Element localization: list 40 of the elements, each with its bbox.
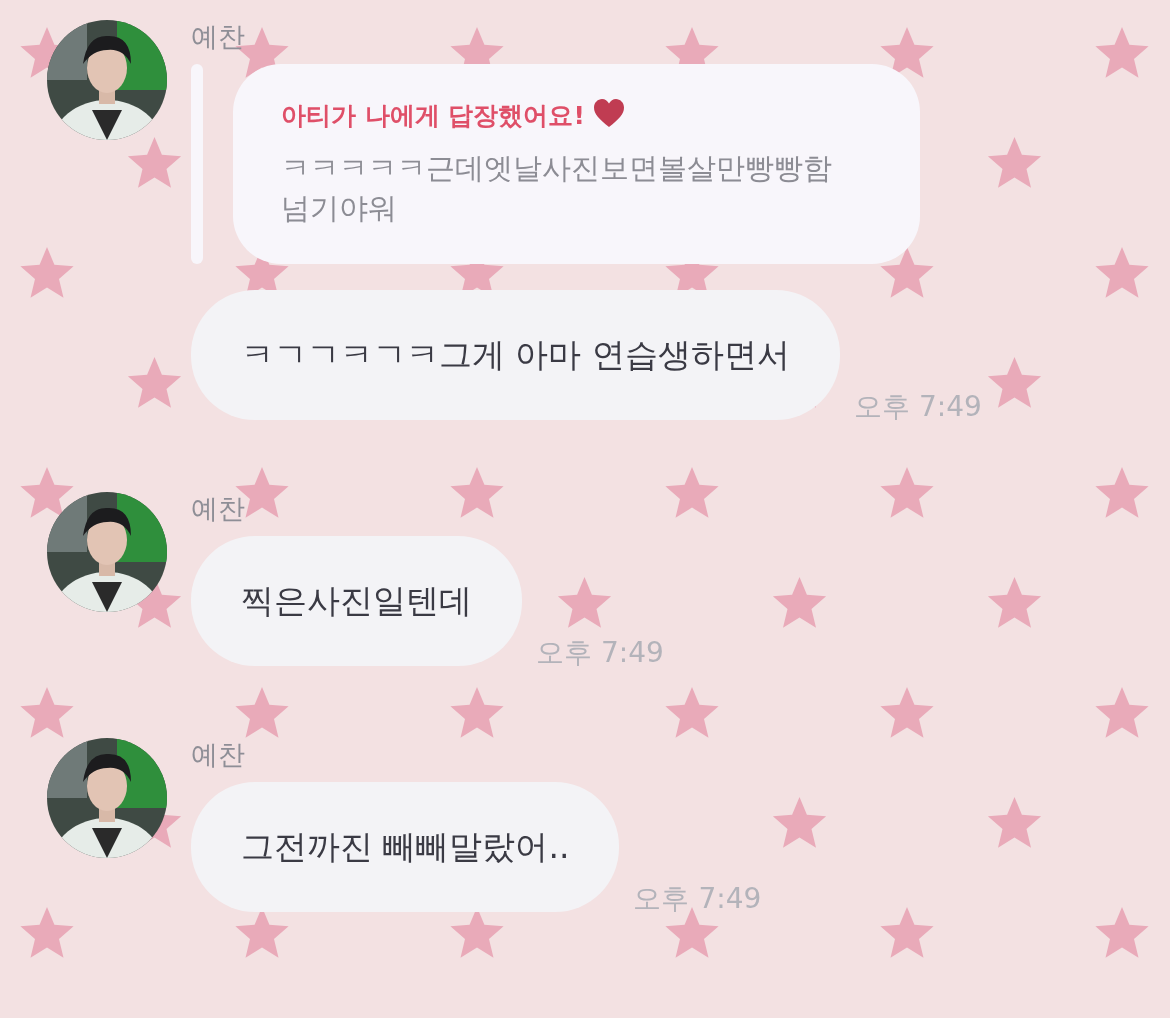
sender-name: 예찬 [191, 20, 245, 54]
star-icon [1095, 27, 1149, 78]
reply-title: 아티가 나에게 답장했어요! [281, 101, 585, 130]
star-icon [127, 357, 182, 408]
star-icon [772, 797, 827, 848]
star-icon [20, 907, 74, 958]
star-icon [987, 577, 1042, 628]
sender-name: 예찬 [191, 492, 245, 526]
star-icon [1095, 907, 1149, 958]
message-time: 오후 7:49 [536, 635, 664, 671]
star-icon [20, 687, 74, 738]
star-icon [987, 797, 1042, 848]
star-icon [880, 687, 934, 738]
star-icon [987, 137, 1042, 188]
star-icon [880, 27, 934, 78]
star-icon [127, 137, 182, 188]
message-time: 오후 7:49 [633, 881, 762, 917]
star-icon [1095, 687, 1149, 738]
sender-name: 예찬 [191, 738, 245, 772]
message-bubble: 찍은사진일텐데 [191, 536, 522, 666]
star-icon [1095, 247, 1149, 298]
message-bubble: 그전까진 빼빼말랐어.. [191, 782, 620, 912]
star-icon [20, 467, 74, 518]
star-icon [450, 687, 504, 738]
star-icon [772, 577, 827, 628]
star-icon [880, 907, 934, 958]
message-bubble: ㅋㄱㄱㅋㄱㅋ그게 아마 연습생하면서 [191, 290, 840, 420]
message-time: 오후 7:49 [854, 389, 982, 425]
star-icon [665, 687, 719, 738]
star-icon [235, 687, 289, 738]
star-icon [450, 467, 504, 518]
star-icon [1095, 467, 1149, 518]
star-icon [557, 577, 612, 628]
heart-icon [592, 98, 625, 128]
star-icon [987, 357, 1042, 408]
star-icon [20, 247, 74, 298]
star-icon [880, 467, 934, 518]
star-icon [665, 467, 719, 518]
star-icon [880, 247, 934, 298]
reply-text: ㅋㅋㅋㅋㅋ근데엣날사진보면볼살만빵빵함 넘기야워 [281, 150, 833, 227]
